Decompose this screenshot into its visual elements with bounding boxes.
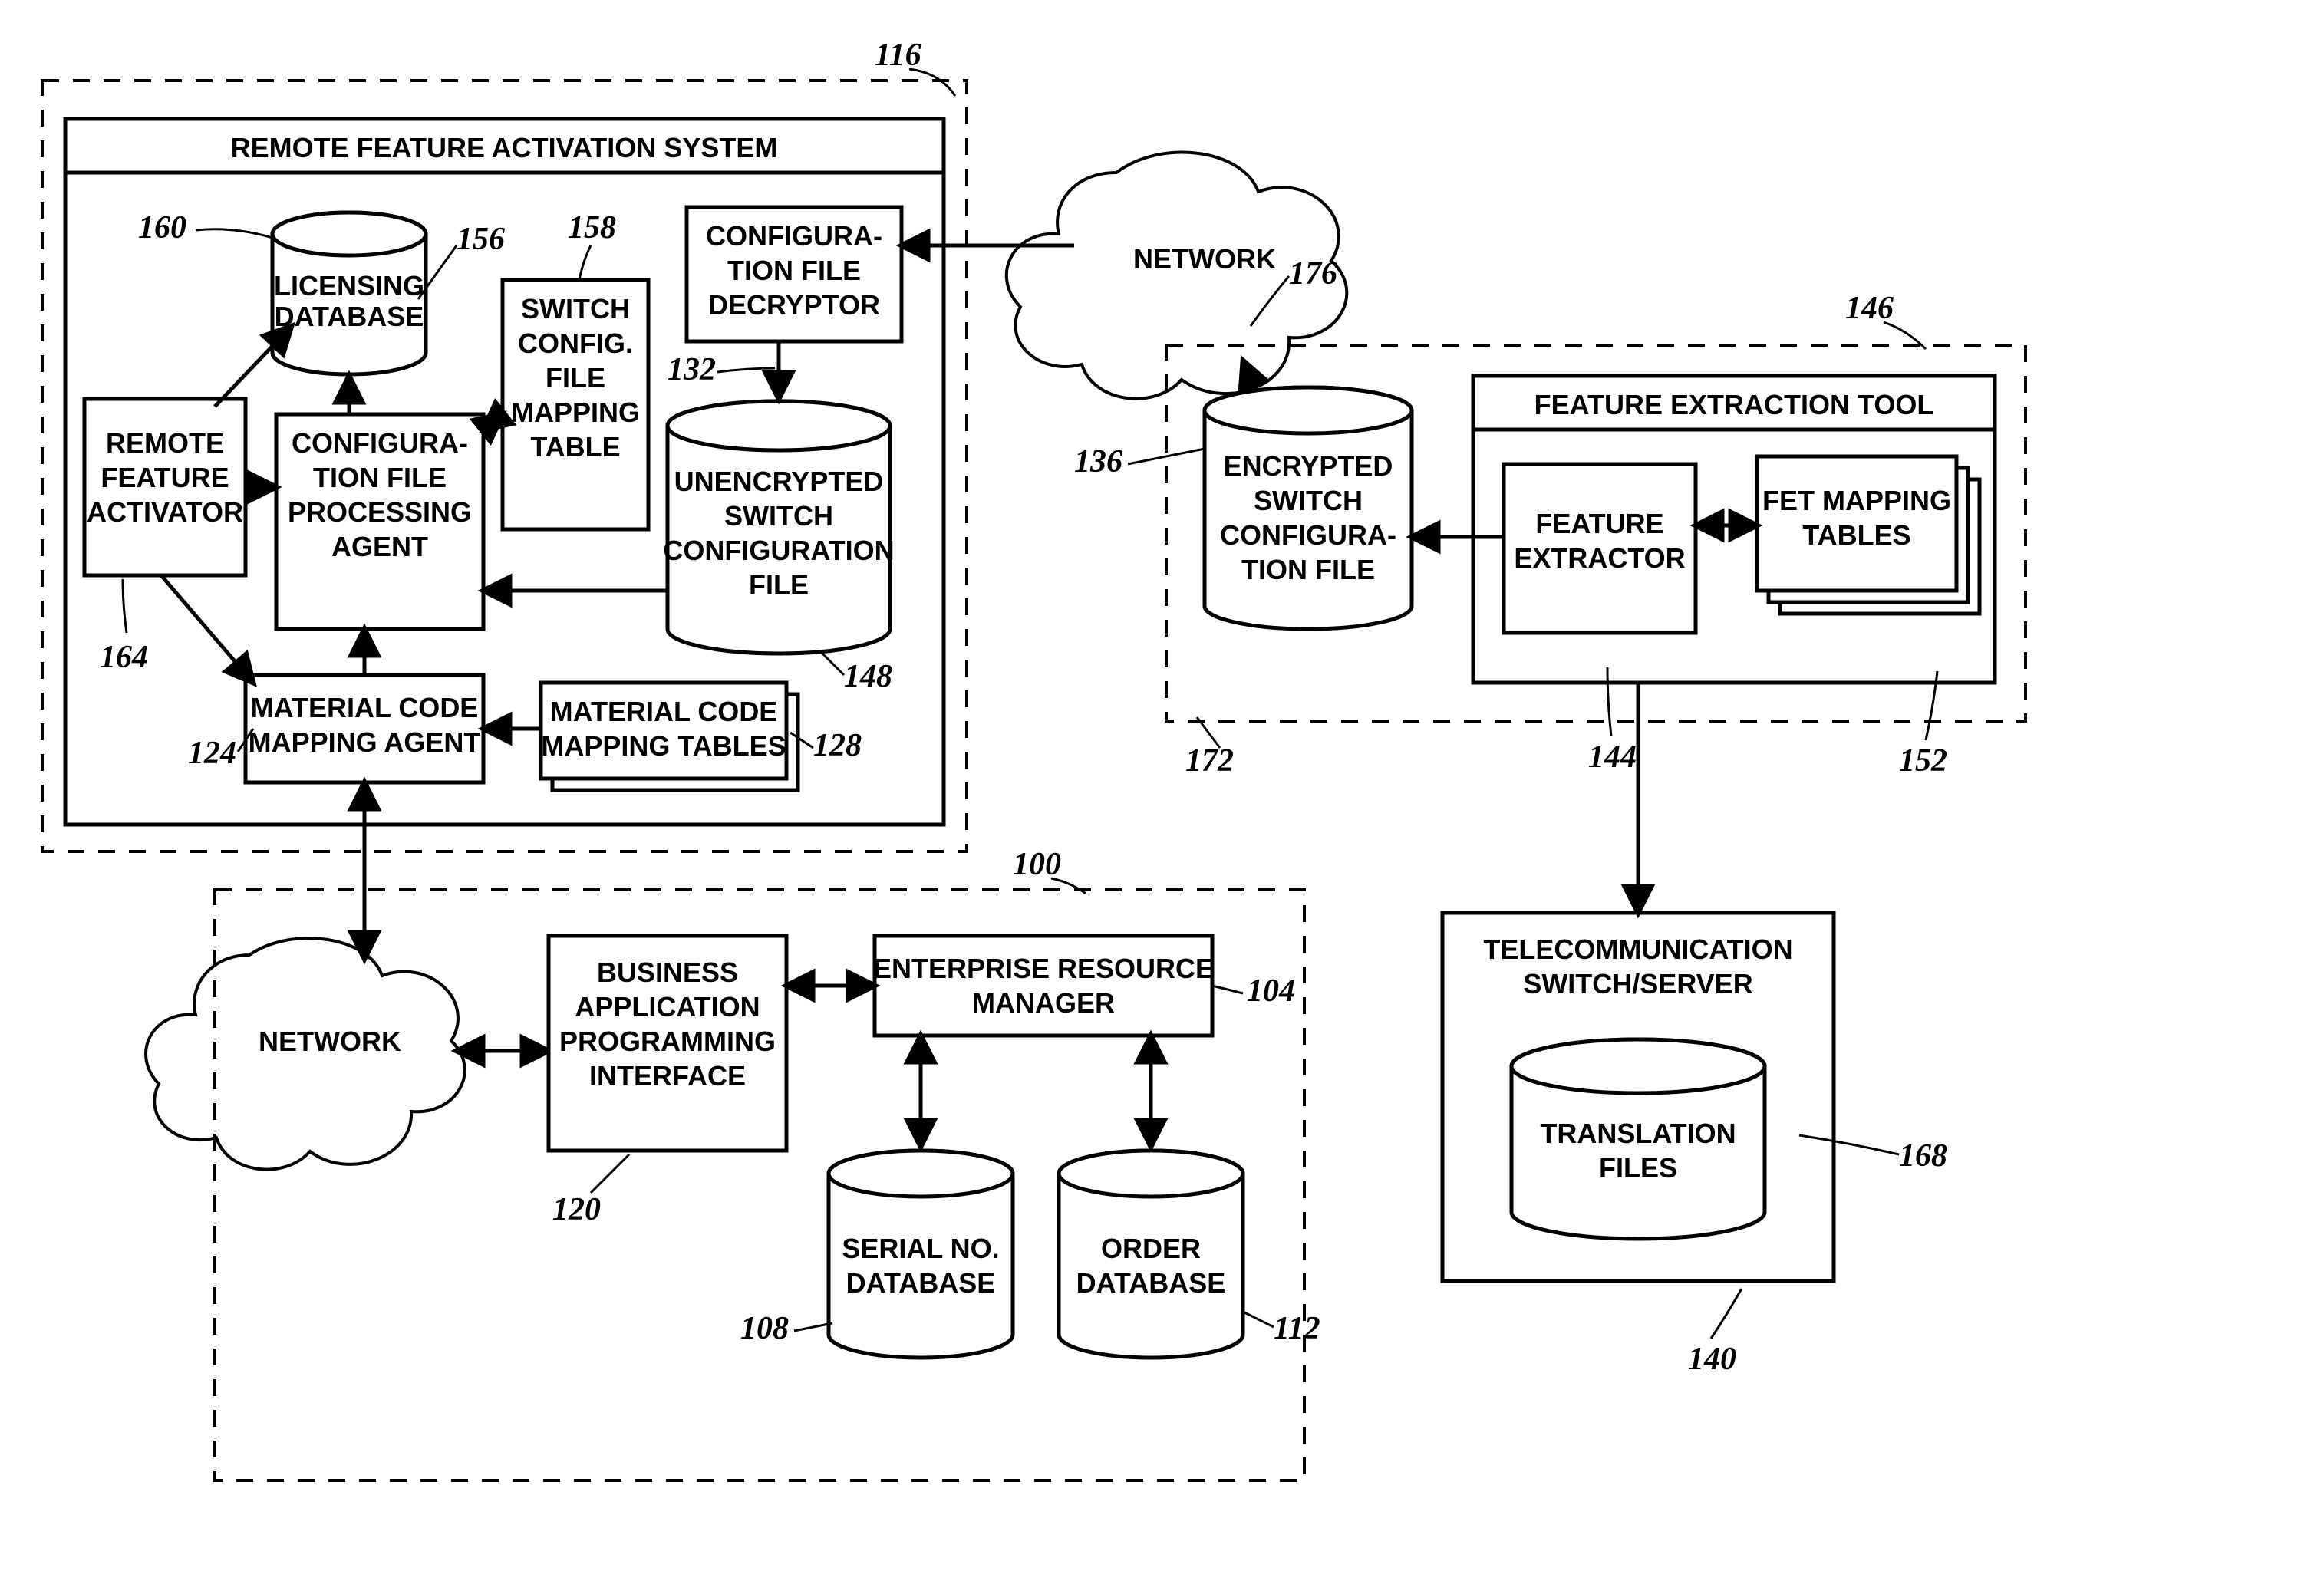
rfas-title: REMOTE FEATURE ACTIVATION SYSTEM (231, 132, 778, 163)
svg-text:168: 168 (1899, 1138, 1947, 1174)
svg-text:TABLES: TABLES (1802, 519, 1910, 551)
svg-text:172: 172 (1185, 743, 1234, 779)
svg-text:144: 144 (1588, 739, 1637, 775)
svg-text:132: 132 (668, 352, 716, 387)
svg-text:INTERFACE: INTERFACE (589, 1060, 746, 1092)
svg-text:TION FILE: TION FILE (1241, 554, 1375, 585)
svg-text:DECRYPTOR: DECRYPTOR (708, 289, 880, 321)
svg-text:BUSINESS: BUSINESS (597, 957, 738, 988)
svg-text:SWITCH: SWITCH (724, 500, 833, 532)
svg-text:164: 164 (100, 640, 148, 675)
serial-db: SERIAL NO. DATABASE (829, 1151, 1013, 1358)
svg-text:FEATURE: FEATURE (1535, 508, 1663, 539)
svg-text:TELECOMMUNICATION: TELECOMMUNICATION (1483, 934, 1792, 965)
svg-text:MAPPING TABLES: MAPPING TABLES (541, 730, 786, 762)
svg-text:ENCRYPTED: ENCRYPTED (1224, 450, 1393, 482)
svg-text:APPLICATION: APPLICATION (575, 991, 760, 1023)
svg-text:CONFIGURA-: CONFIGURA- (706, 220, 882, 252)
svg-text:EXTRACTOR: EXTRACTOR (1514, 542, 1685, 574)
svg-text:136: 136 (1074, 444, 1122, 479)
svg-text:SERIAL NO.: SERIAL NO. (842, 1233, 999, 1264)
network-cloud-bottom: NETWORK (146, 938, 465, 1169)
svg-text:146: 146 (1845, 291, 1894, 326)
fmt-box: FET MAPPING TABLES (1757, 456, 1980, 614)
svg-text:TION FILE: TION FILE (727, 255, 861, 286)
escf-cyl: ENCRYPTED SWITCH CONFIGURA- TION FILE (1205, 387, 1412, 629)
svg-text:TION FILE: TION FILE (313, 462, 447, 493)
svg-text:148: 148 (844, 659, 892, 694)
svg-text:140: 140 (1688, 1342, 1736, 1377)
svg-text:ORDER: ORDER (1101, 1233, 1201, 1264)
svg-text:LICENSING: LICENSING (274, 270, 424, 301)
svg-text:156: 156 (457, 222, 505, 257)
svg-text:SWITCH: SWITCH (1254, 485, 1363, 516)
licensing-database: LICENSING DATABASE (272, 212, 426, 374)
svg-text:CONFIGURA-: CONFIGURA- (292, 427, 468, 459)
order-db: ORDER DATABASE (1059, 1151, 1243, 1358)
svg-text:DATABASE: DATABASE (846, 1267, 996, 1299)
svg-text:UNENCRYPTED: UNENCRYPTED (674, 466, 884, 497)
svg-text:MAPPING AGENT: MAPPING AGENT (249, 726, 481, 758)
uscf-cyl: UNENCRYPTED SWITCH CONFIGURATION FILE (663, 401, 894, 654)
svg-text:MATERIAL CODE: MATERIAL CODE (550, 696, 778, 727)
svg-text:176: 176 (1289, 256, 1337, 291)
svg-text:FEATURE: FEATURE (101, 462, 229, 493)
svg-text:104: 104 (1247, 973, 1295, 1009)
svg-text:128: 128 (813, 728, 862, 763)
svg-text:DATABASE: DATABASE (275, 301, 424, 332)
svg-text:NETWORK: NETWORK (259, 1026, 401, 1057)
svg-text:MATERIAL CODE: MATERIAL CODE (251, 692, 479, 723)
svg-text:120: 120 (552, 1192, 601, 1227)
svg-text:112: 112 (1274, 1311, 1320, 1346)
svg-text:CONFIGURATION: CONFIGURATION (663, 535, 894, 566)
svg-text:124: 124 (188, 736, 236, 771)
svg-text:CONFIGURA-: CONFIGURA- (1220, 519, 1396, 551)
svg-text:AGENT: AGENT (331, 531, 428, 562)
svg-text:CONFIG.: CONFIG. (518, 328, 633, 359)
svg-text:100: 100 (1013, 847, 1061, 882)
mcmt-box: MATERIAL CODE MAPPING TABLES (541, 683, 798, 790)
svg-text:FET MAPPING: FET MAPPING (1762, 485, 1951, 516)
svg-text:152: 152 (1899, 743, 1947, 779)
svg-text:FILE: FILE (749, 569, 809, 601)
svg-text:158: 158 (568, 210, 616, 245)
svg-text:116: 116 (875, 38, 921, 73)
svg-text:MANAGER: MANAGER (972, 987, 1115, 1019)
diagram-canvas: REMOTE FEATURE ACTIVATION SYSTEM LICENSI… (0, 0, 2324, 1584)
svg-text:FEATURE EXTRACTION TOOL: FEATURE EXTRACTION TOOL (1534, 389, 1934, 420)
svg-text:FILES: FILES (1599, 1152, 1677, 1184)
svg-text:DATABASE: DATABASE (1076, 1267, 1226, 1299)
svg-text:PROGRAMMING: PROGRAMMING (559, 1026, 776, 1057)
svg-text:FILE: FILE (546, 362, 605, 394)
svg-text:MAPPING: MAPPING (511, 397, 640, 428)
svg-text:TRANSLATION: TRANSLATION (1540, 1118, 1736, 1149)
svg-text:160: 160 (138, 210, 186, 245)
erm-box (875, 936, 1212, 1036)
svg-text:PROCESSING: PROCESSING (288, 496, 472, 528)
svg-text:NETWORK: NETWORK (1133, 243, 1276, 275)
svg-text:ENTERPRISE RESOURCE: ENTERPRISE RESOURCE (873, 953, 1214, 984)
svg-text:SWITCH: SWITCH (521, 293, 630, 324)
translation-files-cyl: TRANSLATION FILES (1511, 1039, 1765, 1239)
svg-text:SWITCH/SERVER: SWITCH/SERVER (1523, 968, 1752, 999)
svg-text:108: 108 (740, 1311, 789, 1346)
svg-text:TABLE: TABLE (530, 431, 620, 463)
svg-text:REMOTE: REMOTE (106, 427, 224, 459)
svg-text:ACTIVATOR: ACTIVATOR (87, 496, 243, 528)
